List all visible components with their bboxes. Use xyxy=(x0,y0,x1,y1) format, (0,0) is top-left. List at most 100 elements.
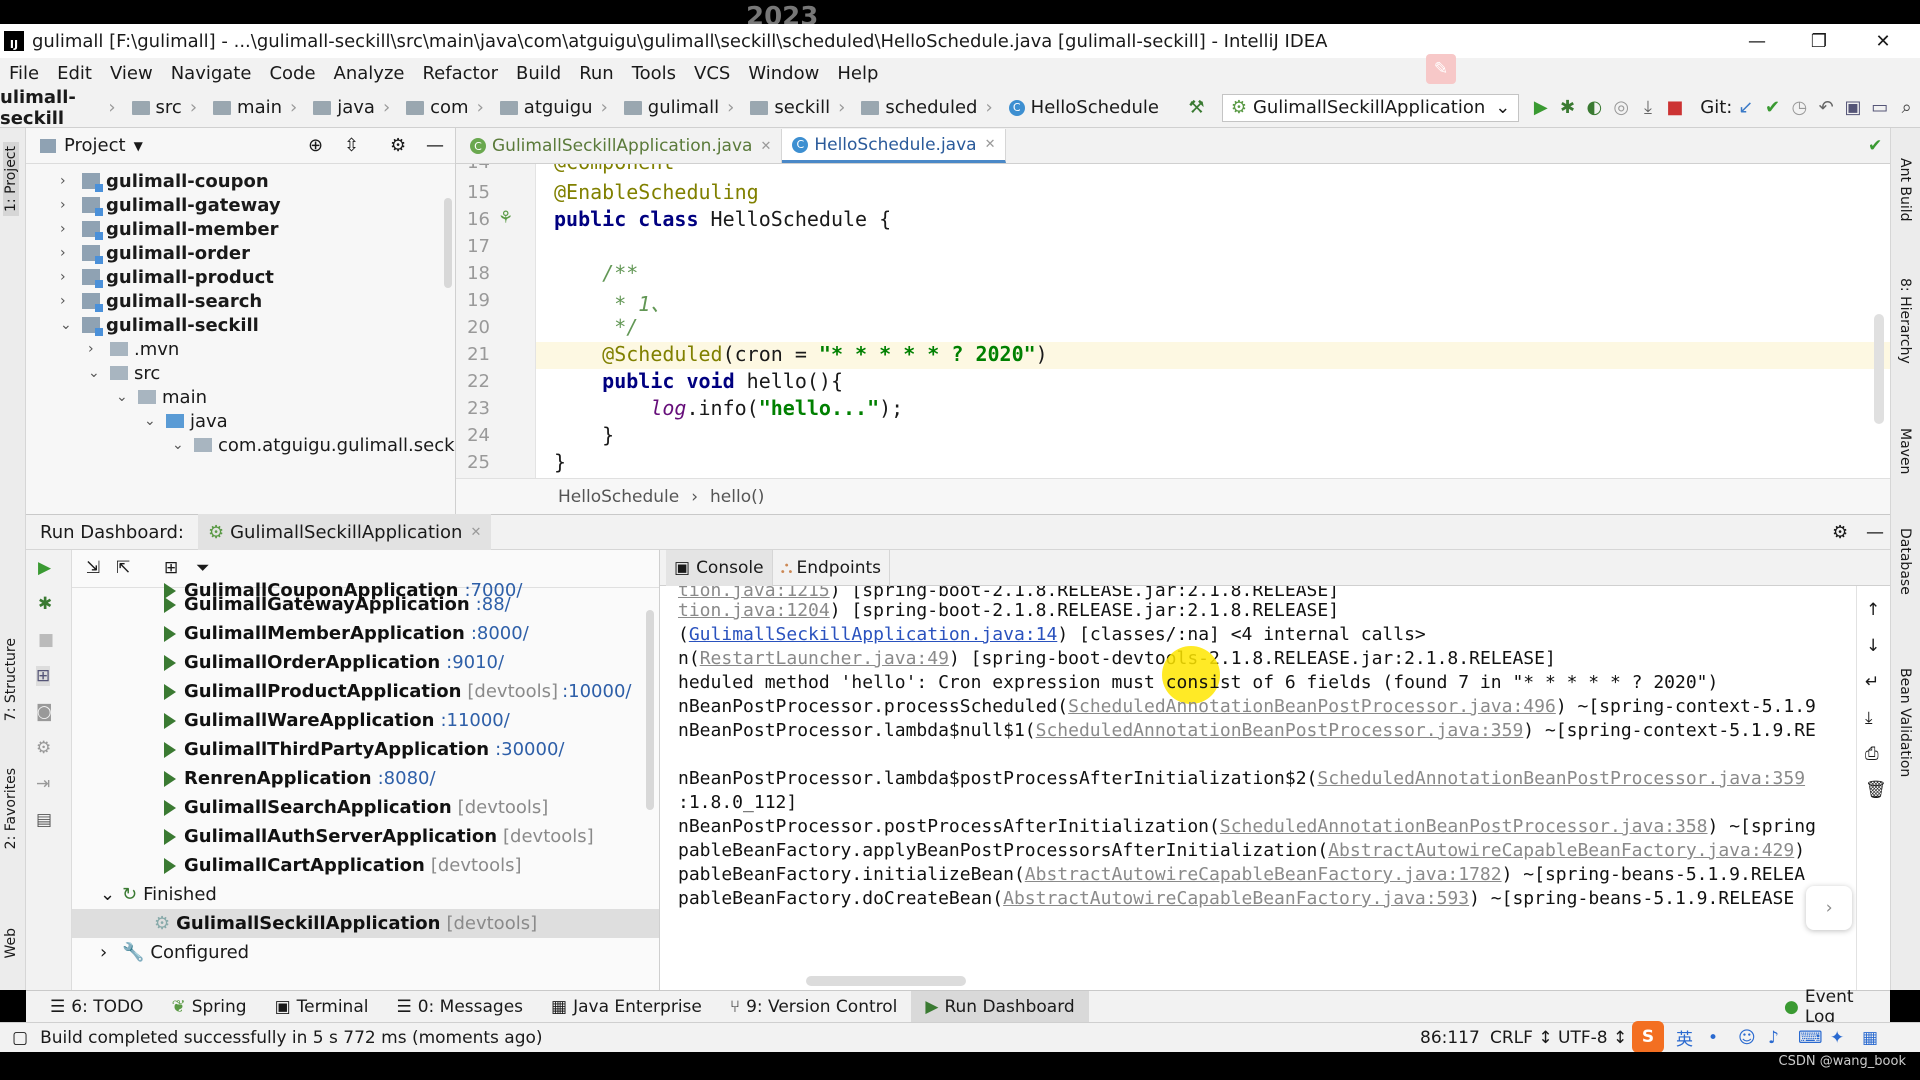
settings-icon[interactable]: ⚙ xyxy=(36,738,51,758)
tool-version-control[interactable]: ⑂ 9: Version Control xyxy=(716,991,912,1023)
run-tree-scrollbar[interactable] xyxy=(646,610,654,810)
spring-bean-gutter-icon[interactable]: ⚘ xyxy=(498,208,513,228)
tool-todo[interactable]: ☰ 6: TODO xyxy=(36,991,157,1023)
crumb-gulimall[interactable]: gulimall › xyxy=(616,97,734,118)
git-history-icon[interactable]: ◷ xyxy=(1786,97,1813,118)
ime-language[interactable]: 英 xyxy=(1676,1025,1693,1050)
project-scrollbar[interactable] xyxy=(444,198,452,288)
profile-icon[interactable]: ◎ xyxy=(1608,97,1635,118)
favorites-tool-button[interactable]: 2: Favorites xyxy=(3,768,19,849)
code-editor[interactable]: 14 15 16 17 18 19 20 21 22 23 24 25 ⚘ @C… xyxy=(456,164,1890,478)
stack-link[interactable]: ScheduledAnnotationBeanPostProcessor.jav… xyxy=(1068,696,1556,717)
web-tool-button[interactable]: Web xyxy=(3,928,19,959)
tool-terminal[interactable]: ▣ Terminal xyxy=(261,991,383,1023)
crumb-java[interactable]: java › xyxy=(305,97,390,118)
status-toggle-icon[interactable]: ▢ xyxy=(12,1028,28,1048)
group-by-icon[interactable]: ⊞ xyxy=(164,558,178,578)
project-tool-button[interactable]: 1: Project xyxy=(3,142,19,216)
close-tab-icon[interactable]: ✕ xyxy=(470,525,481,540)
run-item[interactable]: GulimallWareApplication:11000/ xyxy=(164,706,510,735)
soft-wrap-icon[interactable]: ↵ xyxy=(1865,672,1879,692)
crumb-main[interactable]: main › xyxy=(205,97,297,118)
tab-console[interactable]: ▣ Console xyxy=(666,549,773,586)
gear-icon[interactable]: ⚙ xyxy=(390,135,406,156)
stack-link[interactable]: AbstractAutowireCapableBeanFactory.java:… xyxy=(1328,840,1794,861)
hierarchy-tool-button[interactable]: 8: Hierarchy xyxy=(1897,278,1913,364)
tool-spring[interactable]: ❦ Spring xyxy=(157,991,260,1023)
finished-item[interactable]: ⚙ GulimallSeckillApplication [devtools] xyxy=(72,909,659,938)
crumb-atguigu[interactable]: atguigu › xyxy=(492,97,608,118)
login-icon[interactable]: ⇥ xyxy=(36,774,50,794)
close-tab-icon[interactable]: ✕ xyxy=(985,137,996,152)
scroll-up-icon[interactable]: ↑ xyxy=(1866,600,1880,620)
run-item[interactable]: GulimallAuthServerApplication [devtools] xyxy=(164,822,594,851)
search-icon[interactable]: ⌕ xyxy=(1893,97,1920,118)
close-button[interactable]: ✕ xyxy=(1852,24,1914,58)
menu-file[interactable]: File xyxy=(0,63,48,84)
hammer-build-icon[interactable]: ⚒ xyxy=(1183,97,1210,118)
tab-hello-schedule[interactable]: C HelloSchedule.java ✕ xyxy=(782,129,1007,163)
run-item[interactable]: RenrenApplication:8080/ xyxy=(164,764,436,793)
ant-build-tool-button[interactable]: Ant Build xyxy=(1897,158,1913,222)
locate-icon[interactable]: ⊕ xyxy=(308,135,323,156)
menu-view[interactable]: View xyxy=(101,63,162,84)
sogou-ime-icon[interactable]: S xyxy=(1632,1021,1664,1053)
stack-link[interactable]: tion.java:1215 xyxy=(678,586,830,601)
debug-icon[interactable]: ✱ xyxy=(1554,97,1581,118)
git-update-icon[interactable]: ↙ xyxy=(1732,97,1759,118)
ime-voice-icon[interactable]: ♪ xyxy=(1768,1028,1779,1048)
stack-link[interactable]: tion.java:1204 xyxy=(678,600,830,621)
breadcrumb-class[interactable]: HelloSchedule xyxy=(558,487,679,507)
ime-menu-icon[interactable]: ▦ xyxy=(1862,1028,1878,1048)
restore-button[interactable]: ❐ xyxy=(1788,24,1850,58)
menu-vcs[interactable]: VCS xyxy=(685,63,739,84)
git-rollback-icon[interactable]: ↶ xyxy=(1813,97,1840,118)
stack-link[interactable]: ScheduledAnnotationBeanPostProcessor.jav… xyxy=(1220,816,1708,837)
run-config-select[interactable]: ⚙ GulimallSeckillApplication ⌄ xyxy=(1221,93,1520,122)
stop-icon[interactable]: ■ xyxy=(38,630,54,650)
menu-analyze[interactable]: Analyze xyxy=(325,63,414,84)
menu-edit[interactable]: Edit xyxy=(48,63,101,84)
project-view-select[interactable]: Project xyxy=(64,135,126,156)
configured-group[interactable]: › 🔧 Configured xyxy=(100,938,249,967)
filter-icon[interactable]: ⏷ xyxy=(196,558,210,578)
tab-gulimall-seckill-application[interactable]: C GulimallSeckillApplication.java ✕ xyxy=(460,129,783,163)
close-tab-icon[interactable]: ✕ xyxy=(760,139,771,154)
ime-keyboard-icon[interactable]: ⌨ xyxy=(1798,1028,1823,1048)
finished-group[interactable]: ⌄ ↻ Finished xyxy=(100,880,217,909)
hide-icon[interactable]: — xyxy=(426,135,444,156)
console-hscrollbar[interactable] xyxy=(806,976,966,986)
run-item[interactable]: GulimallGatewayApplication:88/ xyxy=(164,590,511,619)
line-separator[interactable]: CRLF ↕ xyxy=(1490,1028,1553,1048)
crumb-module[interactable]: ulimall-seckill › xyxy=(0,87,116,129)
crumb-src[interactable]: src › xyxy=(124,97,197,118)
print-icon[interactable]: ⎙ xyxy=(1865,744,1879,764)
tab-endpoints[interactable]: ⛬ Endpoints xyxy=(773,549,890,586)
run-item[interactable]: GulimallProductApplication [devtools]:100… xyxy=(164,677,631,706)
menu-navigate[interactable]: Navigate xyxy=(162,63,261,84)
stack-link[interactable]: RestartLauncher.java:49 xyxy=(700,648,949,669)
expand-all-icon[interactable]: ⇲ xyxy=(86,558,100,578)
stack-link[interactable]: AbstractAutowireCapableBeanFactory.java:… xyxy=(1025,864,1502,885)
camera-icon[interactable]: ◙ xyxy=(36,702,53,722)
gear-icon[interactable]: ⚙ xyxy=(1832,522,1848,543)
caret-position[interactable]: 86:117 xyxy=(1420,1028,1480,1048)
run-item[interactable]: GulimallThirdPartyApplication:30000/ xyxy=(164,735,564,764)
menu-help[interactable]: Help xyxy=(828,63,887,84)
bean-validation-tool-button[interactable]: Bean Validation xyxy=(1897,668,1913,777)
menu-refactor[interactable]: Refactor xyxy=(413,63,507,84)
hide-icon[interactable]: — xyxy=(1866,522,1884,543)
scroll-down-icon[interactable]: ↓ xyxy=(1866,636,1880,656)
crumb-scheduled[interactable]: scheduled › xyxy=(853,97,993,118)
tool-event-log[interactable]: ● Event Log xyxy=(1770,987,1890,1027)
tool-messages[interactable]: ☰ 0: Messages xyxy=(382,991,537,1023)
stop-icon[interactable]: ■ xyxy=(1661,97,1688,118)
layout-icon[interactable]: ▤ xyxy=(36,810,52,830)
menu-build[interactable]: Build xyxy=(507,63,570,84)
git-commit-icon[interactable]: ✔ xyxy=(1759,97,1786,118)
collapse-all-icon[interactable]: ⇳ xyxy=(344,135,359,156)
minimize-button[interactable]: — xyxy=(1726,24,1788,58)
stack-link[interactable]: AbstractAutowireCapableBeanFactory.java:… xyxy=(1003,888,1469,909)
run-item[interactable]: GulimallCartApplication [devtools] xyxy=(164,851,522,880)
project-structure-icon[interactable]: ▣ xyxy=(1840,97,1867,118)
